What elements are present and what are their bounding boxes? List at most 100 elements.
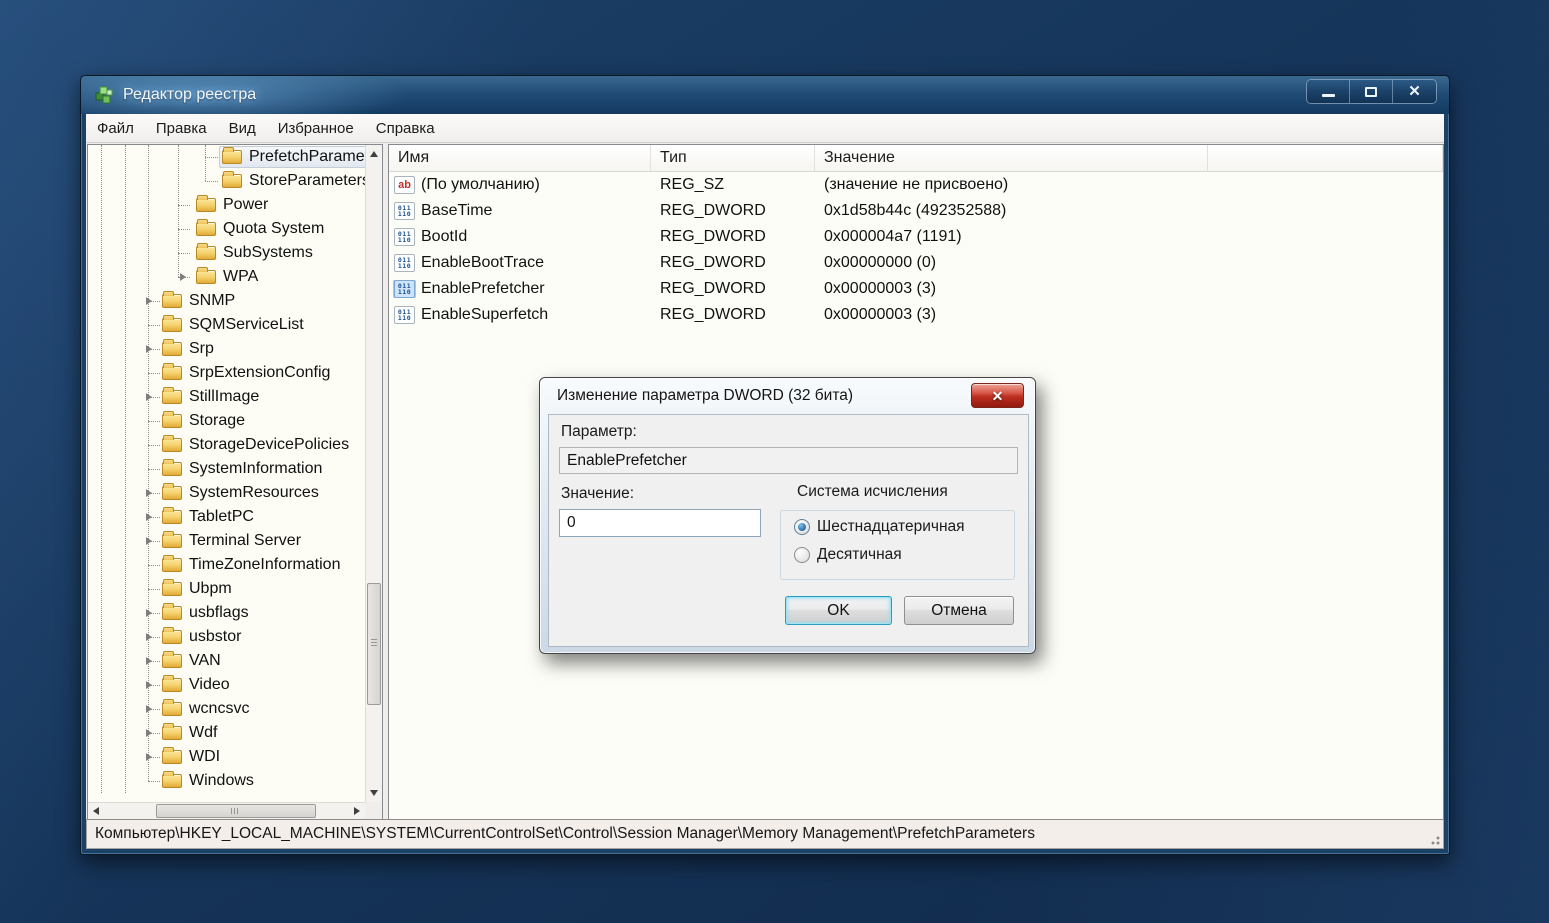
- resize-grip-icon[interactable]: [1428, 833, 1440, 845]
- tree-item-body[interactable]: SubSystems: [193, 242, 318, 264]
- minimize-button[interactable]: [1307, 80, 1350, 103]
- tree-item-Power[interactable]: Power: [88, 193, 365, 217]
- expand-arrow-icon[interactable]: [141, 341, 157, 357]
- expand-arrow-icon[interactable]: [141, 677, 157, 693]
- value-name-cell[interactable]: 011 110 EnableBootTrace: [389, 254, 651, 272]
- tree-item-body[interactable]: wcncsvc: [159, 698, 254, 720]
- radio-decimal[interactable]: Десятичная: [794, 546, 902, 564]
- value-row-EnablePrefetcher[interactable]: 011 110 EnablePrefetcher REG_DWORD 0x0000000…: [389, 276, 1443, 302]
- ok-button[interactable]: OK: [785, 596, 892, 625]
- tree-item-body[interactable]: StoreParameters: [219, 170, 365, 192]
- expand-arrow-icon[interactable]: [141, 749, 157, 765]
- tree-item-Terminal-Server[interactable]: Terminal Server: [88, 529, 365, 553]
- menu-favorites[interactable]: Избранное: [267, 114, 365, 142]
- tree-item-body[interactable]: WDI: [159, 746, 225, 768]
- title-bar[interactable]: Редактор реестра ✕: [81, 76, 1449, 114]
- tree-item-body[interactable]: SNMP: [159, 290, 240, 312]
- tree-selection[interactable]: PrefetchParamet: [219, 146, 365, 168]
- tree-item-body[interactable]: Ubpm: [159, 578, 237, 600]
- tree-item-PrefetchParamet[interactable]: PrefetchParamet: [88, 145, 365, 169]
- close-button[interactable]: ✕: [1393, 80, 1436, 103]
- radio-hexadecimal[interactable]: Шестнадцатеричная: [794, 518, 965, 536]
- radio-selected-icon[interactable]: [794, 519, 810, 535]
- tree-item-body[interactable]: Terminal Server: [159, 530, 306, 552]
- cancel-button[interactable]: Отмена: [904, 596, 1014, 625]
- scroll-down-icon[interactable]: [370, 790, 378, 796]
- param-name-field[interactable]: [559, 447, 1018, 474]
- value-row-Ba-eTime[interactable]: 011 110 BaseTime REG_DWORD 0x1d58b44c (49235…: [389, 198, 1443, 224]
- tree-item-body[interactable]: Wdf: [159, 722, 222, 744]
- radio-unselected-icon[interactable]: [794, 547, 810, 563]
- tree-item-body[interactable]: SQMServiceList: [159, 314, 309, 336]
- tree-item-wcncsvc[interactable]: wcncsvc: [88, 697, 365, 721]
- menu-help[interactable]: Справка: [365, 114, 446, 142]
- tree-item-TimeZoneInformation[interactable]: TimeZoneInformation: [88, 553, 365, 577]
- tree-item-VAN[interactable]: VAN: [88, 649, 365, 673]
- tree-item-WPA[interactable]: WPA: [88, 265, 365, 289]
- tree-item-body[interactable]: Srp: [159, 338, 219, 360]
- value-row-BootId[interactable]: 011 110 BootId REG_DWORD 0x000004a7 (1191): [389, 224, 1443, 250]
- tree-item-body[interactable]: WPA: [193, 266, 263, 288]
- tree-item-StorageDevicePolicies[interactable]: StorageDevicePolicies: [88, 433, 365, 457]
- expand-arrow-icon[interactable]: [141, 653, 157, 669]
- expand-arrow-icon[interactable]: [141, 701, 157, 717]
- tree-item-Windows[interactable]: Windows: [88, 769, 365, 793]
- tree-item-body[interactable]: VAN: [159, 650, 226, 672]
- column-header-name[interactable]: Имя: [389, 145, 651, 171]
- tree-item-body[interactable]: TabletPC: [159, 506, 259, 528]
- value-name-cell[interactable]: 011 110 EnablePrefetcher: [389, 280, 651, 298]
- menu-file[interactable]: Файл: [86, 114, 145, 142]
- menu-edit[interactable]: Правка: [145, 114, 218, 142]
- tree-item-body[interactable]: SrpExtensionConfig: [159, 362, 335, 384]
- expand-arrow-icon[interactable]: [141, 293, 157, 309]
- tree-item-body[interactable]: SystemResources: [159, 482, 324, 504]
- tree-item-Wdf[interactable]: Wdf: [88, 721, 365, 745]
- expand-arrow-icon[interactable]: [141, 485, 157, 501]
- horizontal-scroll-thumb[interactable]: [156, 804, 316, 818]
- value-row-EnableBootTrace[interactable]: 011 110 EnableBootTrace REG_DWORD 0x00000000…: [389, 250, 1443, 276]
- column-header-empty[interactable]: [1208, 145, 1443, 171]
- scroll-left-icon[interactable]: [93, 807, 99, 815]
- vertical-scroll-thumb[interactable]: [367, 583, 381, 705]
- column-header-type[interactable]: Тип: [651, 145, 815, 171]
- tree-item-usbstor[interactable]: usbstor: [88, 625, 365, 649]
- tree-item-Srp[interactable]: Srp: [88, 337, 365, 361]
- dialog-close-button[interactable]: ✕: [971, 383, 1024, 408]
- expand-arrow-icon[interactable]: [141, 389, 157, 405]
- expand-arrow-icon[interactable]: [175, 269, 191, 285]
- value-name-cell[interactable]: 011 110 BootId: [389, 228, 651, 246]
- tree-item-SystemInformation[interactable]: SystemInformation: [88, 457, 365, 481]
- tree-item-Video[interactable]: Video: [88, 673, 365, 697]
- tree-item-SubSystems[interactable]: SubSystems: [88, 241, 365, 265]
- tree-item-StoreParameters[interactable]: StoreParameters: [88, 169, 365, 193]
- tree-item-TabletPC[interactable]: TabletPC: [88, 505, 365, 529]
- expand-arrow-icon[interactable]: [141, 629, 157, 645]
- tree-item-SQMServiceList[interactable]: SQMServiceList: [88, 313, 365, 337]
- expand-arrow-icon[interactable]: [141, 725, 157, 741]
- tree-item-body[interactable]: Windows: [159, 770, 259, 792]
- tree-item-SystemResources[interactable]: SystemResources: [88, 481, 365, 505]
- tree-item-body[interactable]: TimeZoneInformation: [159, 554, 345, 576]
- tree-item-body[interactable]: Storage: [159, 410, 250, 432]
- maximize-button[interactable]: [1350, 80, 1393, 103]
- tree-item-WDI[interactable]: WDI: [88, 745, 365, 769]
- value-row--По умолчанию-[interactable]: ab (По умолчанию) REG_SZ (значение не присв…: [389, 172, 1443, 198]
- tree-item-body[interactable]: SystemInformation: [159, 458, 327, 480]
- tree-item-body[interactable]: Video: [159, 674, 235, 696]
- tree-item-usbflags[interactable]: usbflags: [88, 601, 365, 625]
- menu-view[interactable]: Вид: [218, 114, 267, 142]
- expand-arrow-icon[interactable]: [141, 509, 157, 525]
- value-name-cell[interactable]: 011 110 BaseTime: [389, 202, 651, 220]
- tree-item-body[interactable]: usbstor: [159, 626, 246, 648]
- tree-item-Quota-System[interactable]: Quota System: [88, 217, 365, 241]
- value-name-cell[interactable]: 011 110 EnableSuperfetch: [389, 306, 651, 324]
- tree-item-SNMP[interactable]: SNMP: [88, 289, 365, 313]
- scroll-right-icon[interactable]: [354, 807, 360, 815]
- tree-item-StillImage[interactable]: StillImage: [88, 385, 365, 409]
- tree-item-body[interactable]: Quota System: [193, 218, 329, 240]
- expand-arrow-icon[interactable]: [141, 605, 157, 621]
- value-row-EnableSuperfetch[interactable]: 011 110 EnableSuperfetch REG_DWORD 0x0000000…: [389, 302, 1443, 328]
- tree-item-body[interactable]: Power: [193, 194, 273, 216]
- value-input[interactable]: [559, 509, 761, 537]
- tree-item-body[interactable]: usbflags: [159, 602, 254, 624]
